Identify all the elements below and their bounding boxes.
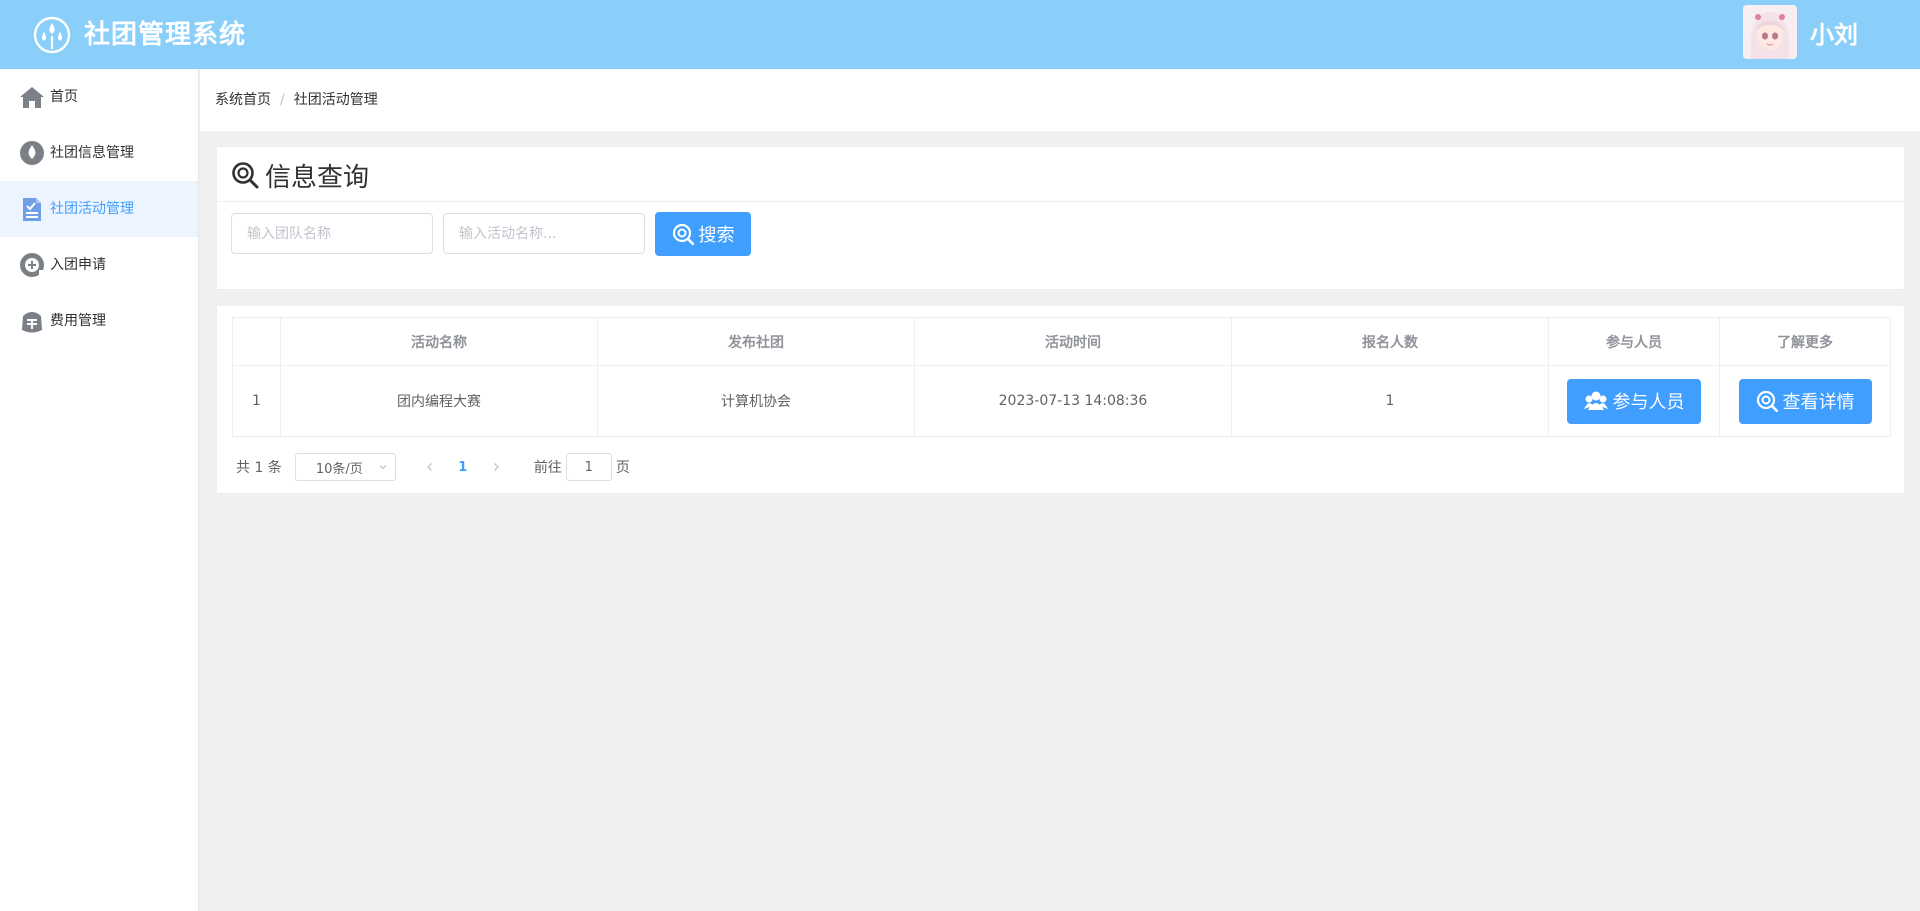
next-page-button[interactable]	[482, 453, 510, 481]
table-card: 活动名称 发布社团 活动时间 报名人数 参与人员 了解更多 1 团内编程大赛 计…	[216, 305, 1905, 494]
sidebar-item-club-activity[interactable]: 社团活动管理	[0, 181, 198, 237]
search-card: 信息查询 搜索	[216, 146, 1905, 290]
cell-activity-name: 团内编程大赛	[280, 365, 598, 437]
users-icon	[1583, 391, 1608, 410]
column-header-index	[232, 317, 281, 366]
breadcrumb-bar: 系统首页 / 社团活动管理	[200, 69, 1920, 131]
sidebar-item-label: 社团信息管理	[50, 145, 134, 161]
plus-circle-icon	[20, 253, 45, 278]
chevron-right-icon	[493, 463, 499, 471]
search-icon	[1756, 390, 1778, 412]
column-header-signups: 报名人数	[1231, 317, 1549, 366]
cell-activity-time: 2023-07-13 14:08:36	[914, 365, 1232, 437]
sidebar-item-label: 费用管理	[50, 313, 106, 329]
chevron-down-icon	[379, 465, 387, 470]
username[interactable]: 小刘	[1810, 17, 1858, 53]
goto-label: 前往	[533, 460, 562, 476]
avatar[interactable]	[1743, 5, 1797, 59]
cell-more: 查看详情	[1719, 365, 1891, 437]
column-header-activity-time: 活动时间	[914, 317, 1232, 366]
top-header: 社团管理系统 小刘	[0, 0, 1920, 69]
goto-page-input[interactable]	[565, 453, 612, 481]
chevron-left-icon	[426, 463, 432, 471]
sidebar-item-label: 社团活动管理	[50, 201, 134, 217]
column-header-club: 发布社团	[597, 317, 915, 366]
team-name-input[interactable]	[231, 213, 433, 254]
breadcrumb-separator: /	[280, 92, 285, 108]
table-header-row: 活动名称 发布社团 活动时间 报名人数 参与人员 了解更多	[232, 317, 1891, 366]
sidebar-item-home[interactable]: 首页	[0, 69, 198, 125]
search-card-title: 信息查询	[231, 157, 369, 193]
page-size-select[interactable]: 10条/页	[294, 453, 396, 481]
activity-name-input[interactable]	[443, 213, 645, 254]
drop-icon	[20, 141, 44, 165]
pagination: 共 1 条 10条/页 1 前往 页	[236, 453, 630, 481]
sidebar-item-join-application[interactable]: 入团申请	[0, 237, 198, 293]
logo-icon	[33, 16, 71, 54]
sidebar-item-label: 入团申请	[50, 257, 106, 273]
participants-button-label: 参与人员	[1612, 392, 1685, 413]
prev-page-button[interactable]	[416, 453, 444, 481]
cell-participants: 参与人员	[1548, 365, 1720, 437]
home-icon	[20, 87, 44, 108]
cell-signups: 1	[1231, 365, 1549, 437]
app-title: 社团管理系统	[84, 20, 247, 50]
search-button-label: 搜索	[698, 225, 735, 246]
breadcrumb-home[interactable]: 系统首页	[215, 92, 271, 108]
page-suffix-label: 页	[615, 460, 630, 476]
cell-index: 1	[232, 365, 281, 437]
search-title-text: 信息查询	[265, 162, 370, 193]
search-icon	[232, 162, 259, 189]
search-icon	[672, 223, 694, 245]
activity-table: 活动名称 发布社团 活动时间 报名人数 参与人员 了解更多 1 团内编程大赛 计…	[232, 317, 1891, 437]
sidebar-item-club-info[interactable]: 社团信息管理	[0, 125, 198, 181]
column-header-activity-name: 活动名称	[280, 317, 598, 366]
cell-club: 计算机协会	[597, 365, 915, 437]
column-header-more: 了解更多	[1719, 317, 1891, 366]
participants-button[interactable]: 参与人员	[1567, 378, 1701, 424]
sidebar: 首页 社团信息管理 社团活动管理 入团申请 费用管理	[0, 69, 199, 911]
table-row: 1 团内编程大赛 计算机协会 2023-07-13 14:08:36 1 参与人…	[232, 365, 1891, 437]
column-header-participants: 参与人员	[1548, 317, 1720, 366]
document-icon	[23, 198, 41, 221]
page-number-current[interactable]: 1	[444, 460, 482, 475]
breadcrumb-current: 社团活动管理	[293, 92, 378, 108]
sidebar-item-label: 首页	[50, 89, 78, 105]
sidebar-item-fees[interactable]: 费用管理	[0, 293, 198, 349]
search-button[interactable]: 搜索	[655, 212, 751, 256]
money-icon	[22, 312, 42, 333]
view-details-button[interactable]: 查看详情	[1738, 378, 1872, 424]
breadcrumb: 系统首页 / 社团活动管理	[215, 91, 378, 109]
divider	[217, 201, 1904, 202]
avatar-image	[1743, 5, 1797, 59]
page-size-value: 10条/页	[315, 461, 363, 477]
view-details-button-label: 查看详情	[1782, 392, 1855, 413]
pagination-total: 共 1 条	[236, 460, 282, 476]
